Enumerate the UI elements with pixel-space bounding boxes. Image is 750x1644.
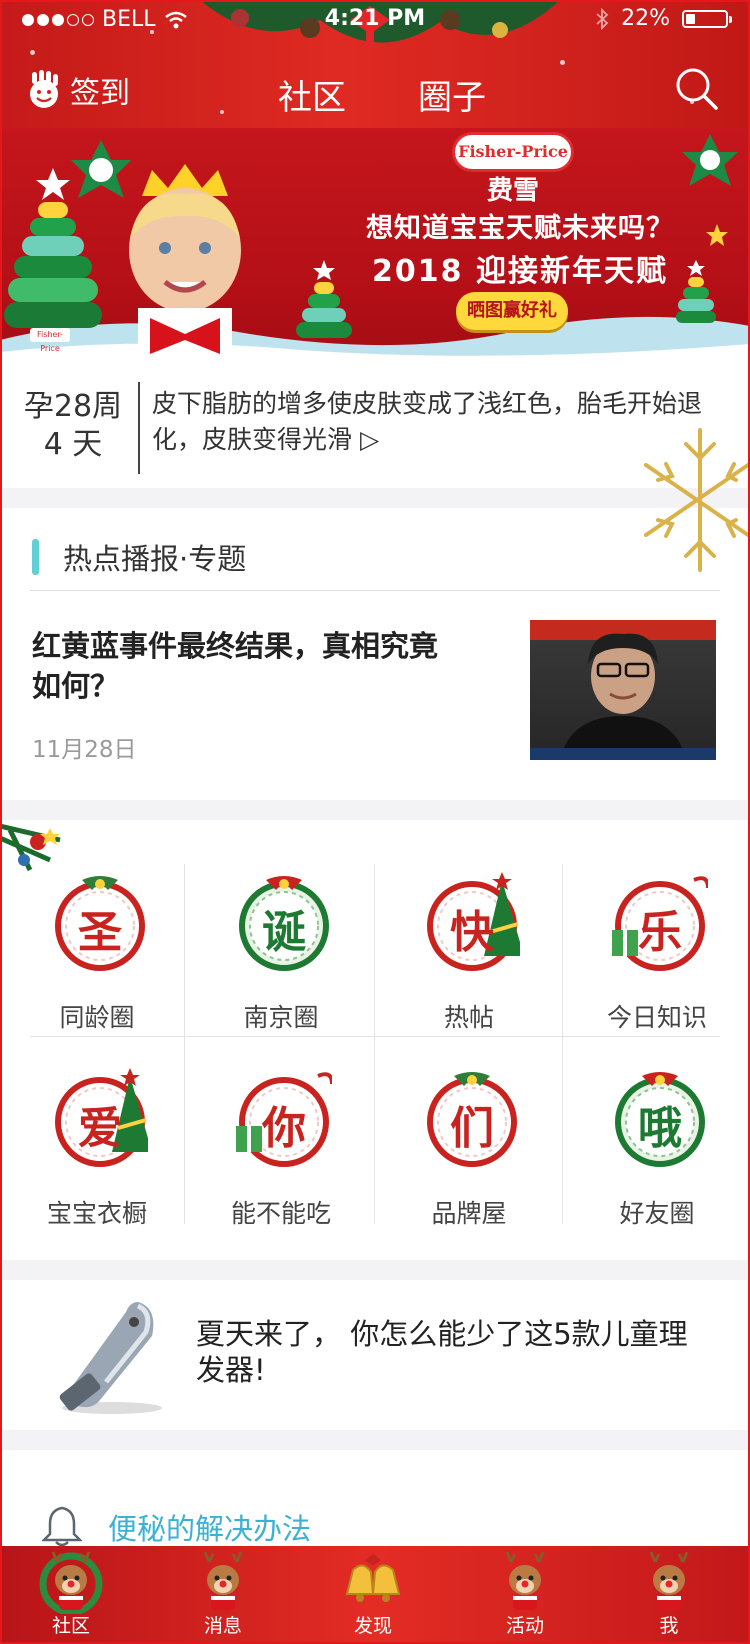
brand-logo: Fisher-Price: [452, 132, 574, 172]
tabbar-label: 我: [659, 1615, 679, 1637]
grid-item-7[interactable]: 们品牌屋: [376, 1036, 562, 1232]
grid-item-6[interactable]: 你能不能吃: [188, 1036, 374, 1232]
person-photo: [530, 633, 716, 760]
badge-char: 们: [450, 1103, 494, 1154]
bell-icon: [42, 1506, 82, 1547]
smiley-hand-icon: [30, 70, 58, 108]
banner-cta-button[interactable]: 晒图赢好礼: [456, 292, 568, 330]
tabbar-item-5[interactable]: 我: [614, 1546, 724, 1644]
status-bar: BELL 4:21 PM 22%: [0, 0, 750, 40]
article-title: 夏天来了， 你怎么能少了这5款儿童理发器!: [196, 1317, 688, 1387]
hot-section-header: 热点播报·专题: [32, 536, 246, 578]
grid-item-label: 南京圈: [243, 1003, 319, 1032]
grid-item-label: 同龄圈: [59, 1003, 135, 1032]
badge-char: 诞: [262, 907, 306, 958]
ornament-icon: [682, 134, 738, 186]
battery-percent: 22%: [621, 6, 670, 31]
reindeer-icon: [649, 1551, 689, 1610]
grid-item-5[interactable]: 爱宝宝衣橱: [4, 1036, 190, 1232]
badge-char: 乐: [638, 907, 682, 958]
divider: [138, 382, 140, 474]
nav-bar: 签到 社区 圈子: [0, 62, 750, 128]
day-line: 4 天: [43, 427, 103, 462]
snow-ground: [0, 316, 750, 360]
hot-section-title: 热点播报·专题: [63, 542, 247, 576]
tabbar-item-1[interactable]: 社区: [16, 1546, 126, 1644]
accent-bar: [32, 539, 39, 575]
tabbar-label: 活动: [505, 1615, 544, 1637]
tab-circles[interactable]: 圈子: [410, 70, 494, 119]
snow-dot: [30, 50, 35, 55]
hot-article-thumbnail[interactable]: [530, 620, 716, 760]
bells-icon: [345, 1554, 401, 1602]
banner-headline: 想知道宝宝天赋未来吗？: [366, 213, 674, 244]
grid-item-label: 能不能吃: [230, 1199, 331, 1228]
notice-bar[interactable]: 便秘的解决办法: [0, 1450, 750, 1547]
tabbar-label: 发现: [353, 1615, 392, 1637]
hot-article-date: 11月28日: [32, 737, 137, 763]
badge-char: 爱: [78, 1103, 122, 1154]
hot-article-title[interactable]: 红黄蓝事件最终结果，真相究竟如何？: [32, 626, 452, 706]
notice-text: 便秘的解决办法: [108, 1512, 312, 1546]
tabbar-item-3[interactable]: 发现: [318, 1546, 428, 1644]
grid-line: [562, 864, 563, 1224]
star-icon: [706, 224, 728, 246]
grid-item-label: 热帖: [443, 1003, 494, 1032]
badge-char: 哦: [638, 1103, 682, 1154]
article-card[interactable]: 夏天来了， 你怎么能少了这5款儿童理发器!: [0, 1280, 750, 1430]
grid-item-label: 品牌屋: [431, 1199, 507, 1228]
grid-item-4[interactable]: 乐今日知识: [564, 840, 750, 1036]
promo-banner[interactable]: Fisher-Price Fisher-Price 费雪 想知道宝宝天赋未来吗？…: [0, 128, 750, 360]
status-right: 22%: [595, 6, 732, 31]
app-header: BELL 4:21 PM 22% 签到 社区 圈子: [0, 0, 750, 128]
checkin-button[interactable]: 签到: [24, 68, 130, 112]
tabbar-item-2[interactable]: 消息: [168, 1546, 278, 1644]
snowflake-icon: [644, 428, 748, 572]
tabbar-item-4[interactable]: 活动: [470, 1546, 580, 1644]
brand-name-cn: 费雪: [486, 176, 539, 206]
small-brand-logo: Fisher-Price: [30, 328, 70, 353]
badge-char: 你: [262, 1103, 306, 1154]
grid-item-label: 宝宝衣橱: [46, 1199, 147, 1228]
christmas-tree-icon: [296, 260, 352, 338]
grid-item-label: 今日知识: [606, 1003, 707, 1032]
badge-char: 圣: [78, 907, 122, 958]
pine-branch-icon: [0, 823, 61, 872]
reindeer-icon: [203, 1551, 243, 1610]
tab-community[interactable]: 社区: [270, 70, 354, 119]
feature-grid: 圣同龄圈诞南京圈快热帖乐今日知识爱宝宝衣橱你能不能吃们品牌屋哦好友圈: [0, 820, 750, 1260]
bottom-tab-bar: 社区 消息 发现 活动 我: [0, 1546, 750, 1644]
divider: [30, 590, 720, 591]
reindeer-wreath-icon: [39, 1551, 103, 1614]
tabbar-label: 社区: [51, 1615, 90, 1637]
week-line: 孕28周: [23, 389, 123, 424]
ornament-icon: [71, 140, 131, 198]
bluetooth-icon: [596, 7, 609, 30]
checkin-label: 签到: [70, 76, 130, 111]
baby-photo: [129, 164, 241, 360]
grid-item-label: 好友圈: [619, 1199, 695, 1228]
banner-subheadline: 2018 迎接新年天赋: [372, 254, 668, 289]
badge-char: 快: [450, 907, 494, 958]
reindeer-icon: [505, 1551, 545, 1610]
tabbar-label: 消息: [203, 1615, 242, 1637]
grid-item-8[interactable]: 哦好友圈: [564, 1036, 750, 1232]
battery-icon: [682, 9, 732, 28]
search-icon[interactable]: [674, 66, 720, 112]
grid-line: [374, 864, 375, 1224]
grid-item-2[interactable]: 诞南京圈: [188, 840, 374, 1036]
top-tabs: 社区 圈子: [270, 70, 494, 119]
hair-clipper-image: [59, 1302, 162, 1414]
grid-item-3[interactable]: 快热帖: [376, 840, 562, 1036]
christmas-tree-icon: [676, 260, 716, 323]
pregnancy-week: 孕28周 4 天: [10, 388, 136, 464]
